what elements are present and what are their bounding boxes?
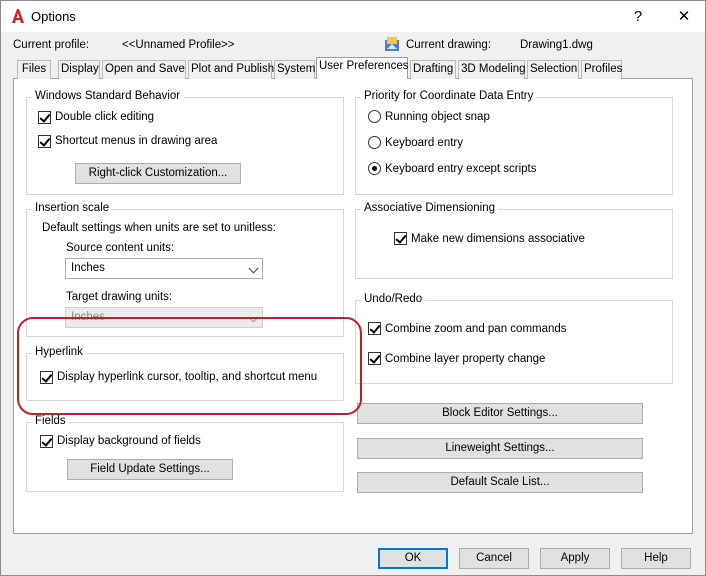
source-units-value: Inches [71,262,105,274]
options-dialog: Options ? ✕ Current profile: <<Unnamed P… [0,0,706,576]
default-scale-list-button[interactable]: Default Scale List... [357,472,643,493]
fields-title: Fields [32,415,69,427]
keyboard-entry-radio[interactable] [368,136,381,149]
current-drawing-label: Current drawing: [406,39,492,51]
tab-profiles[interactable]: Profiles [581,60,622,79]
target-units-label: Target drawing units: [66,291,173,303]
tab-system[interactable]: System [274,60,315,79]
shortcut-menus-checkbox[interactable] [38,135,51,148]
fields-group [26,422,344,492]
display-field-background-label: Display background of fields [57,435,201,447]
combine-layer-checkbox[interactable] [368,352,381,365]
close-button[interactable]: ✕ [661,1,706,32]
ok-button[interactable]: OK [378,548,448,569]
tab-user-preferences[interactable]: User Preferences [316,57,408,79]
source-units-select[interactable]: Inches [65,258,263,279]
cancel-button[interactable]: Cancel [459,548,529,569]
field-update-settings-button[interactable]: Field Update Settings... [67,459,233,480]
tab-open-and-save[interactable]: Open and Save [102,60,186,79]
display-field-background-checkbox[interactable] [40,435,53,448]
windows-standard-title: Windows Standard Behavior [32,90,184,102]
make-assoc-label: Make new dimensions associative [411,233,585,245]
current-drawing-value: Drawing1.dwg [520,39,593,51]
keyboard-entry-label: Keyboard entry [385,137,463,149]
title-bar: Options ? ✕ [1,1,705,32]
combine-layer-label: Combine layer property change [385,353,546,365]
lineweight-settings-button[interactable]: Lineweight Settings... [357,438,643,459]
combine-zoom-label: Combine zoom and pan commands [385,323,567,335]
help-title-button[interactable]: ? [615,1,661,32]
double-click-label: Double click editing [55,111,155,123]
tab-selection[interactable]: Selection [527,60,579,79]
priority-title: Priority for Coordinate Data Entry [361,90,537,102]
tab-files[interactable]: Files [17,60,51,79]
running-snap-label: Running object snap [385,111,490,123]
undo-redo-group [355,300,673,384]
shortcut-menus-label: Shortcut menus in drawing area [55,135,218,147]
current-profile-value: <<Unnamed Profile>> [122,39,235,51]
make-assoc-checkbox[interactable] [394,232,407,245]
keyboard-except-scripts-radio[interactable] [368,162,381,175]
tab-plot-and-publish[interactable]: Plot and Publish [188,60,274,79]
unitless-description: Default settings when units are set to u… [42,222,276,234]
combine-zoom-checkbox[interactable] [368,322,381,335]
right-click-customization-button[interactable]: Right-click Customization... [75,163,241,184]
source-units-label: Source content units: [66,242,175,254]
running-snap-radio[interactable] [368,110,381,123]
insertion-scale-title: Insertion scale [32,202,113,214]
apply-button[interactable]: Apply [540,548,610,569]
window-title: Options [31,9,76,24]
drawing-file-icon [385,37,399,51]
tab-display[interactable]: Display [58,60,100,79]
chevron-down-icon [248,263,259,274]
tab-drafting[interactable]: Drafting [410,60,456,79]
annotation-highlight [17,317,362,415]
current-profile-label: Current profile: [13,39,90,51]
help-button[interactable]: Help [621,548,691,569]
keyboard-except-scripts-label: Keyboard entry except scripts [385,163,537,175]
double-click-checkbox[interactable] [38,111,51,124]
assoc-dim-title: Associative Dimensioning [361,202,499,214]
block-editor-settings-button[interactable]: Block Editor Settings... [357,403,643,424]
autocad-logo-icon [12,9,24,23]
undo-redo-title: Undo/Redo [361,293,426,305]
tab-3d-modeling[interactable]: 3D Modeling [458,60,526,79]
